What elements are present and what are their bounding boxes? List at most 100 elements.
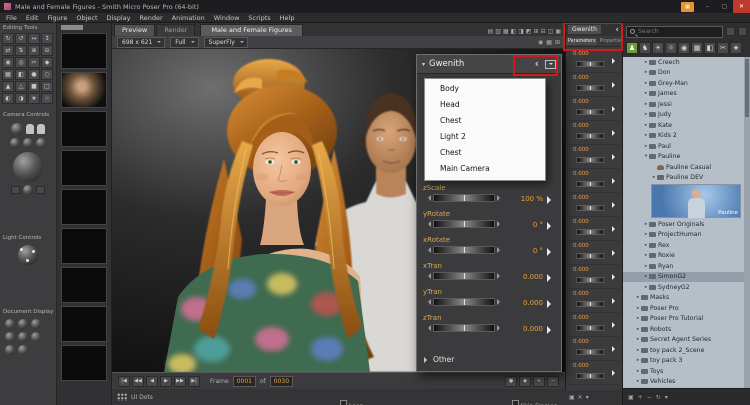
parameter-dial[interactable] [433,324,495,332]
dropdown-item[interactable]: Chest [425,145,545,161]
render-thumbnail[interactable] [61,189,107,225]
status-icon[interactable]: ▣ [569,394,575,401]
library-tree-item[interactable]: ▸ Pauline DEV [623,173,744,184]
parameter-row[interactable]: 0.000 [568,313,620,337]
toolbar-icon[interactable]: ▤ [488,28,494,35]
toolbar-icon[interactable]: ◫ [548,28,554,35]
dropdown-item[interactable]: Light 2 [425,129,545,145]
parameter-row[interactable]: 0.000 [568,73,620,97]
library-tree-item[interactable]: ▸ James [623,89,744,100]
maximize-button[interactable]: ▢ [716,0,733,13]
parameter-dial[interactable] [576,61,604,67]
actor-menu-caret-icon[interactable]: ▾ [422,61,425,68]
editing-tool-icon[interactable]: ↔ [28,33,40,44]
parameter-value[interactable]: 0.000 [523,325,543,333]
dropdown-item[interactable]: Body [425,81,545,97]
parameter-row[interactable]: yTran 0.000 [423,287,555,313]
library-category-icon[interactable]: ♟ [626,42,638,54]
parameter-expand-arrow[interactable] [612,226,618,232]
editing-tool-icon[interactable]: ▦ [2,69,14,80]
transport-button[interactable]: ▶ [160,375,172,387]
library-item-thumbnail[interactable]: Pauline [651,184,741,218]
render-thumbnail[interactable] [61,306,107,342]
parameter-dial[interactable] [433,220,495,228]
tab-preview[interactable]: Preview [114,24,156,36]
render-thumbnail[interactable] [61,72,107,108]
library-tree-item[interactable]: ▸ Roxie [623,251,744,262]
library-tree-item[interactable]: ▸ Judy [623,110,744,121]
dropdown-item[interactable]: Main Camera [425,161,545,177]
parameter-row[interactable]: xTran 0.000 [423,261,555,287]
document-title-tab[interactable]: Male and Female Figures [200,24,304,36]
parameter-expand-arrow[interactable] [612,274,618,280]
library-tree-item[interactable]: ▸ Grey-Man [623,78,744,89]
toolbar-icon[interactable]: ◧ [511,28,517,35]
dial-decrement-arrow[interactable] [425,299,431,305]
parameter-expand-arrow[interactable] [612,130,618,136]
viewport-icon[interactable]: ▦ [546,39,552,46]
parameter-value[interactable]: 0.000 [573,99,589,105]
parameter-value[interactable]: 0.000 [573,339,589,345]
display-style-sphere[interactable] [5,345,15,355]
library-tree-item[interactable]: ▸ Secret Agent Series [623,335,744,346]
keyframe-button[interactable]: + [533,375,545,387]
editing-tool-icon[interactable]: ★ [28,93,40,104]
viewport-icon[interactable]: ⊞ [555,39,560,46]
parameter-expand-arrow[interactable] [612,82,618,88]
camera-rotate-right-button[interactable] [36,186,45,194]
camera-orbit-sphere[interactable] [10,138,20,148]
menu-item[interactable]: Window [214,14,240,22]
parameter-expand-arrow[interactable] [612,370,618,376]
library-tree-item[interactable]: ▸ ProjectHuman [623,230,744,241]
library-tree-item[interactable]: ▸ Robots [623,324,744,335]
menu-item[interactable]: Render [139,14,162,22]
library-tree-item[interactable]: ▸ Toys [623,366,744,377]
parameter-value[interactable]: 0.000 [573,171,589,177]
parameter-row[interactable]: zTran 0.000 [423,313,555,339]
parameter-dial[interactable] [433,246,495,254]
parameter-row[interactable]: 0.000 [568,193,620,217]
editing-tool-icon[interactable]: ● [28,69,40,80]
parameter-dial[interactable] [433,298,495,306]
palette-collapse-icon[interactable]: ‹ [535,58,539,69]
parameter-dial[interactable] [576,85,604,91]
parameter-expand-arrow[interactable] [612,346,618,352]
ui-dots-icon[interactable] [117,393,128,401]
parameter-dial[interactable] [576,325,604,331]
editing-tool-icon[interactable]: □ [41,81,53,92]
palette-header[interactable]: ▾ Gwenith ‹ [417,55,561,74]
library-options-button[interactable] [726,27,735,36]
editing-tool-icon[interactable]: ☆ [41,93,53,104]
parameter-value[interactable]: 0.000 [573,243,589,249]
light-control-sphere[interactable] [18,245,38,265]
toolbar-icon[interactable]: ▦ [503,28,509,35]
library-footer-icon[interactable]: ▣ [628,394,634,401]
parameter-row[interactable]: 0.000 [568,49,620,73]
other-group[interactable]: Other [424,355,454,364]
library-tree-item[interactable]: ▸ Kate [623,120,744,131]
library-tree-item[interactable]: ▸ Masks [623,293,744,304]
parameter-value[interactable]: 0.000 [573,315,589,321]
library-scrollbar[interactable] [744,57,750,388]
camera-dolly-sphere[interactable] [36,138,46,148]
keyframe-button[interactable]: ◆ [519,375,531,387]
library-tree-item[interactable]: ▸ Poser Pro Tutorial [623,314,744,325]
light-indicator-icon[interactable] [20,248,23,251]
dial-increment-arrow[interactable] [497,325,503,331]
parameters-panel-tab[interactable]: Gwenith [568,25,601,34]
renderer-dropdown[interactable]: SuperFly [203,36,248,48]
parameter-expand-arrow[interactable] [612,250,618,256]
parameter-value[interactable]: 0.000 [573,219,589,225]
parameter-value[interactable]: 0.000 [523,299,543,307]
panel-collapse-icon[interactable]: ‹ [615,25,622,34]
resolution-dropdown[interactable]: Full [170,36,199,48]
display-style-sphere[interactable] [5,332,15,342]
parameter-value[interactable]: 0.000 [573,123,589,129]
thumbnails-strip-tab[interactable] [61,25,83,30]
editing-tool-icon[interactable]: ◎ [15,57,27,68]
parameter-expand-arrow[interactable] [547,222,555,230]
transport-button[interactable]: ▶| [188,375,200,387]
library-tree-item[interactable]: ▸ Poser Pro [623,303,744,314]
parameter-dial[interactable] [576,253,604,259]
parameter-value[interactable]: 0.000 [523,273,543,281]
